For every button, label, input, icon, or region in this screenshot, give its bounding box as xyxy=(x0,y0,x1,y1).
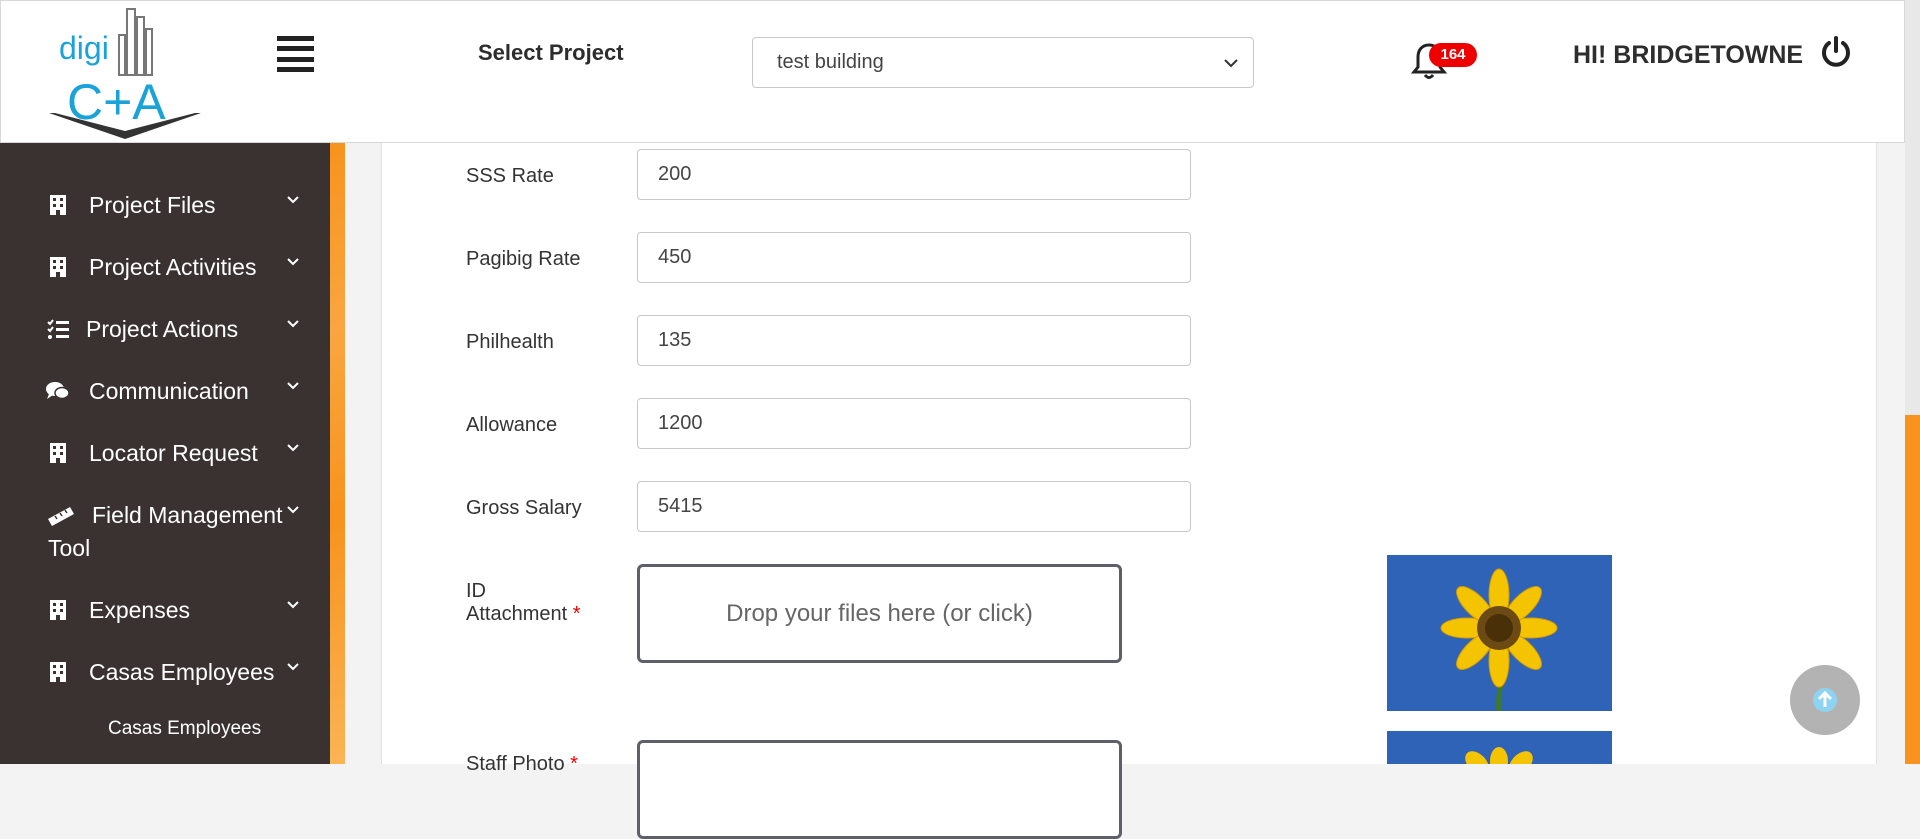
select-project-label: Select Project xyxy=(478,40,624,65)
id-attachment-label-line2: Attachment xyxy=(466,603,568,625)
sidebar-item-label: Locator Request xyxy=(89,440,258,466)
sidebar-item-label: Field Management xyxy=(92,502,283,528)
building-icon xyxy=(50,600,66,620)
chevron-down-icon xyxy=(287,258,299,266)
philhealth-input[interactable] xyxy=(637,315,1191,366)
sidebar-item-field-management-tool[interactable]: Field Management Tool xyxy=(0,499,330,569)
gross-salary-input[interactable] xyxy=(637,481,1191,532)
id-attachment-label: ID Attachment * xyxy=(466,580,581,626)
menu-toggle-icon[interactable] xyxy=(277,36,314,72)
building-icon xyxy=(50,443,66,463)
building-icon xyxy=(50,662,66,682)
required-mark: * xyxy=(572,603,581,625)
sidebar-item-label-continued: Tool xyxy=(48,535,91,561)
sidebar-subitem-casas-employees[interactable]: Casas Employees xyxy=(108,718,261,740)
project-select[interactable]: test building xyxy=(752,37,1254,88)
sss-rate-label: SSS Rate xyxy=(466,165,554,187)
chevron-down-icon xyxy=(287,506,299,514)
required-mark: * xyxy=(570,753,578,775)
ruler-icon xyxy=(48,507,74,526)
id-attachment-dropzone[interactable]: Drop your files here (or click) xyxy=(637,564,1122,663)
chevron-down-icon xyxy=(1224,59,1238,68)
dropzone-text: Drop your files here (or click) xyxy=(726,599,1033,627)
chevron-down-icon xyxy=(287,382,299,390)
gross-salary-label: Gross Salary xyxy=(466,497,582,519)
id-attachment-label-line1: ID xyxy=(466,580,486,602)
staff-photo-preview-image xyxy=(1387,731,1612,764)
sidebar-item-label: Casas Employees xyxy=(89,659,275,685)
sidebar: Project Files Project Activities Project… xyxy=(0,143,330,764)
staff-photo-dropzone[interactable] xyxy=(637,740,1122,839)
notification-badge: 164 xyxy=(1429,43,1477,67)
building-icon xyxy=(50,257,66,277)
chevron-down-icon xyxy=(287,444,299,452)
logo-text-top: digi xyxy=(59,30,109,66)
page-scroll-thumb[interactable] xyxy=(1905,415,1920,764)
pagibig-rate-input[interactable] xyxy=(637,232,1191,283)
sss-rate-input[interactable] xyxy=(637,149,1191,200)
top-header: digi C+A Select Project test building 16… xyxy=(0,0,1905,143)
chevron-down-icon xyxy=(287,601,299,609)
digi-ca-logo[interactable]: digi C+A xyxy=(45,1,205,144)
chevron-down-icon xyxy=(287,320,299,328)
sidebar-item-label: Project Files xyxy=(89,192,216,218)
staff-photo-label-text: Staff Photo xyxy=(466,753,565,775)
sidebar-item-label: Communication xyxy=(89,378,249,404)
chevron-down-icon xyxy=(287,663,299,671)
allowance-label: Allowance xyxy=(466,414,558,436)
chevron-down-icon xyxy=(287,196,299,204)
scroll-to-top-button[interactable] xyxy=(1790,665,1860,735)
philhealth-label: Philhealth xyxy=(466,331,554,353)
sidebar-item-label: Expenses xyxy=(89,597,191,623)
comments-icon xyxy=(46,382,70,400)
project-select-value: test building xyxy=(777,51,884,73)
sidebar-item-label: Project Actions xyxy=(86,316,239,342)
pagibig-rate-label: Pagibig Rate xyxy=(466,248,581,270)
building-icon xyxy=(50,195,66,215)
allowance-input[interactable] xyxy=(637,398,1191,449)
arrow-up-circle-icon xyxy=(1813,688,1837,712)
staff-photo-label: Staff Photo * xyxy=(466,753,578,776)
power-icon[interactable] xyxy=(1819,35,1853,69)
tasks-icon xyxy=(47,319,69,339)
id-attachment-preview-image xyxy=(1387,555,1612,711)
sidebar-accent-strip xyxy=(330,143,345,764)
user-greeting: HI! BRIDGETOWNE xyxy=(1573,41,1804,69)
sidebar-item-label: Project Activities xyxy=(89,254,257,280)
